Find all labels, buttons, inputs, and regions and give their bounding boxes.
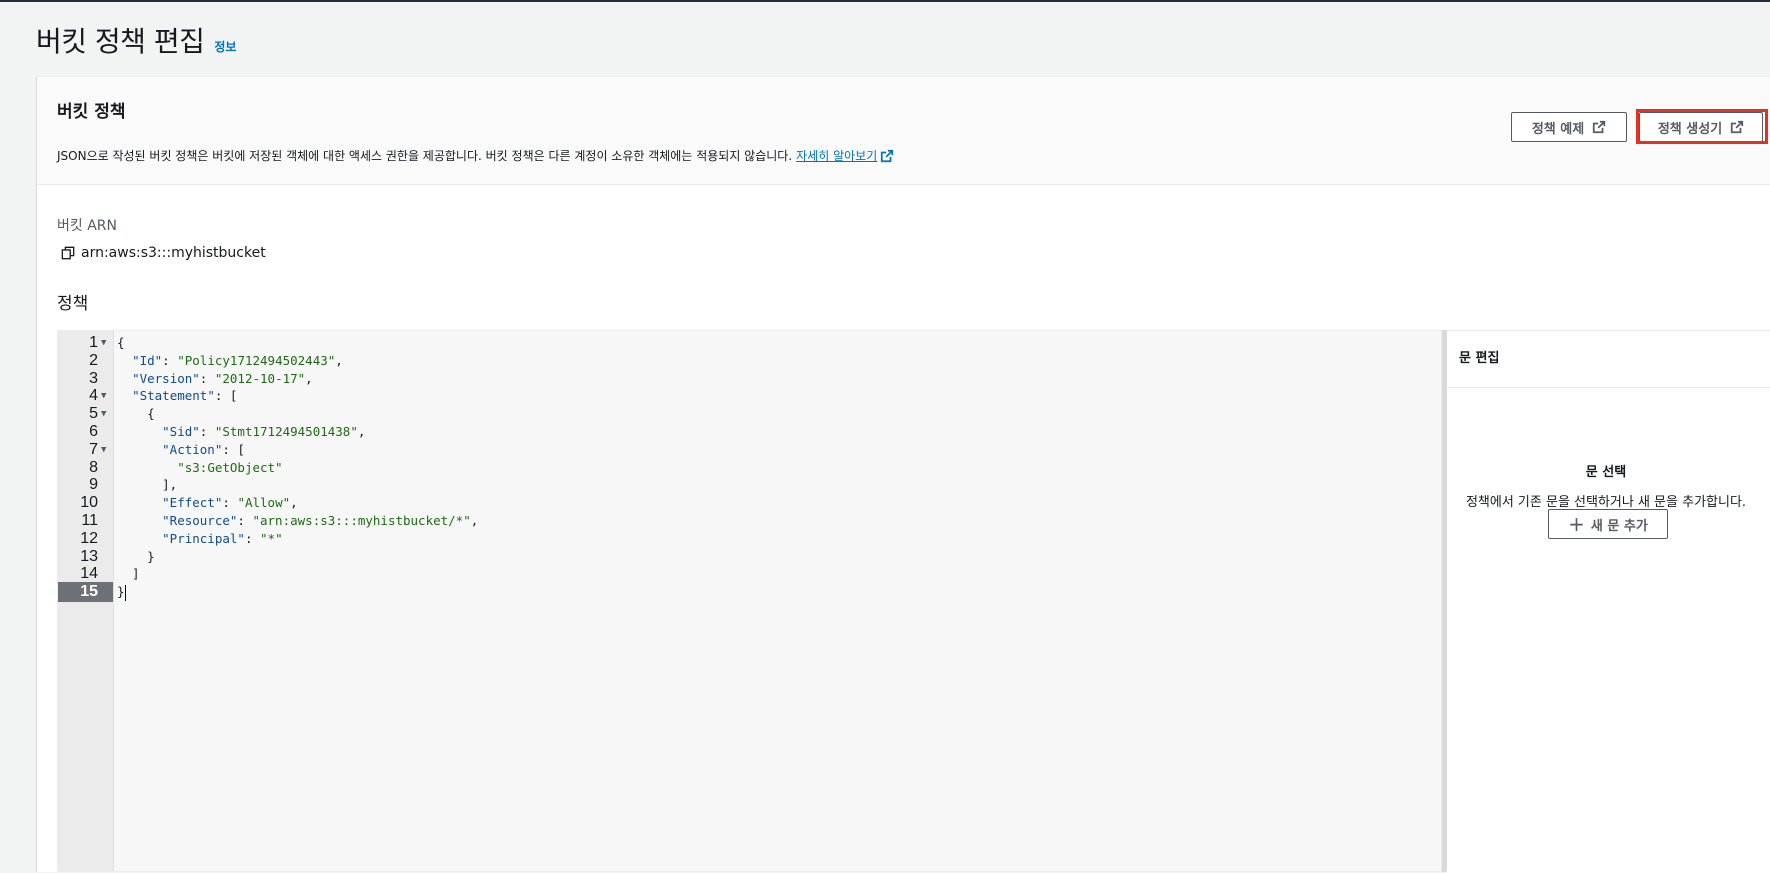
plus-icon: +: [1568, 512, 1585, 536]
divider: [1447, 387, 1770, 388]
policy-examples-button[interactable]: 정책 예제: [1511, 112, 1627, 142]
bucket-arn-label: 버킷 ARN: [57, 218, 117, 234]
text-cursor: [124, 584, 126, 601]
page-title: 버킷 정책 편집: [36, 25, 205, 58]
learn-more-link[interactable]: 자세히 알아보기: [796, 147, 894, 164]
learn-more-label: 자세히 알아보기: [796, 149, 878, 163]
policy-generator-label: 정책 생성기: [1657, 121, 1723, 137]
statement-editor-title: 문 편집: [1459, 351, 1500, 366]
external-link-icon: [1731, 120, 1744, 134]
policy-examples-label: 정책 예제: [1531, 121, 1585, 137]
external-link-icon: [1593, 120, 1606, 134]
panel-header: 버킷 정책 JSON으로 작성된 버킷 정책은 버킷에 저장된 객체에 대한 액…: [37, 77, 1770, 185]
panel-title: 버킷 정책: [57, 102, 126, 122]
description-text: JSON으로 작성된 버킷 정책은 버킷에 저장된 객체에 대한 액세스 권한을…: [57, 149, 793, 163]
code-text: }: [117, 584, 126, 601]
policy-generator-button[interactable]: 정책 생성기: [1639, 112, 1763, 142]
bucket-arn-value: arn:aws:s3:::myhistbucket: [81, 245, 266, 261]
page-header: 버킷 정책 편집 정보: [36, 20, 236, 60]
add-new-statement-button[interactable]: + 새 문 추가: [1548, 509, 1668, 539]
line-number: 15: [80, 583, 98, 601]
statement-editor-panel: 문 편집 문 선택 정책에서 기존 문을 선택하거나 새 문을 추가합니다. +…: [1447, 330, 1770, 873]
policy-label: 정책: [57, 294, 89, 314]
copy-icon[interactable]: [61, 246, 75, 260]
bucket-policy-panel: 버킷 정책 JSON으로 작성된 버킷 정책은 버킷에 저장된 객체에 대한 액…: [36, 76, 1770, 873]
external-link-icon: [881, 149, 894, 162]
code-line[interactable]: 15}: [58, 582, 1441, 603]
add-new-statement-label: 새 문 추가: [1590, 518, 1648, 534]
select-statement-title: 문 선택: [1585, 465, 1627, 480]
info-link[interactable]: 정보: [214, 38, 236, 55]
select-statement-description: 정책에서 기존 문을 선택하거나 새 문을 추가합니다.: [1465, 495, 1747, 510]
policy-code-editor[interactable]: 1 ▼{2 "Id": "Policy1712494502443", 3 "Vers…: [57, 330, 1442, 872]
bucket-arn-row: arn:aws:s3:::myhistbucket: [61, 245, 266, 261]
panel-description: JSON으로 작성된 버킷 정책은 버킷에 저장된 객체에 대한 액세스 권한을…: [57, 147, 894, 164]
